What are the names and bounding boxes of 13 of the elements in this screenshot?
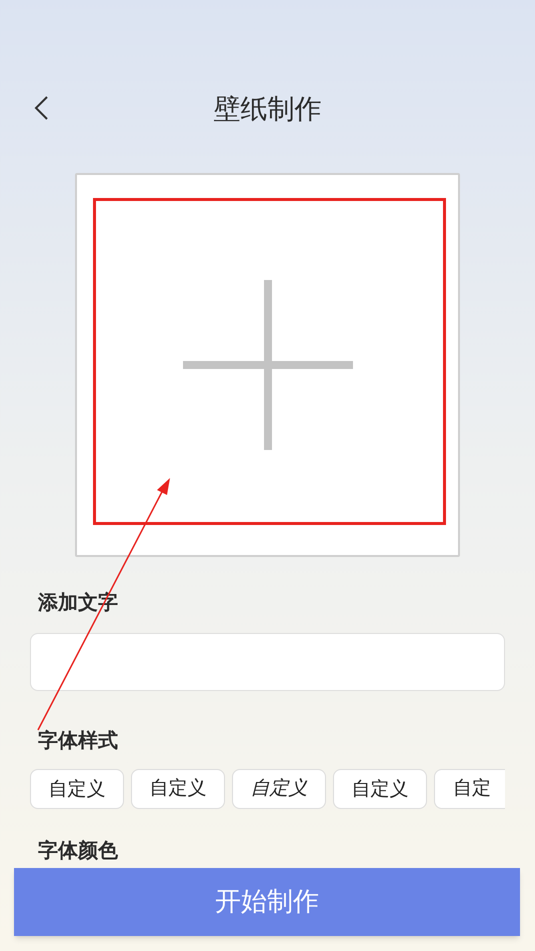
image-upload-area[interactable] <box>75 173 460 557</box>
font-style-option[interactable]: 自定义 <box>232 769 326 809</box>
start-button[interactable]: 开始制作 <box>14 868 520 936</box>
font-style-option[interactable]: 自定 <box>434 769 505 809</box>
plus-icon <box>182 280 352 450</box>
font-style-option[interactable]: 自定义 <box>131 769 225 809</box>
font-style-option[interactable]: 自定义 <box>333 769 427 809</box>
text-input-field[interactable] <box>30 633 505 691</box>
page-title: 壁纸制作 <box>214 93 322 127</box>
section-heading: 字体颜色 <box>38 837 118 864</box>
back-icon[interactable] <box>33 95 49 121</box>
font-style-option[interactable]: 自定义 <box>30 769 124 809</box>
section-heading: 字体样式 <box>38 727 118 754</box>
